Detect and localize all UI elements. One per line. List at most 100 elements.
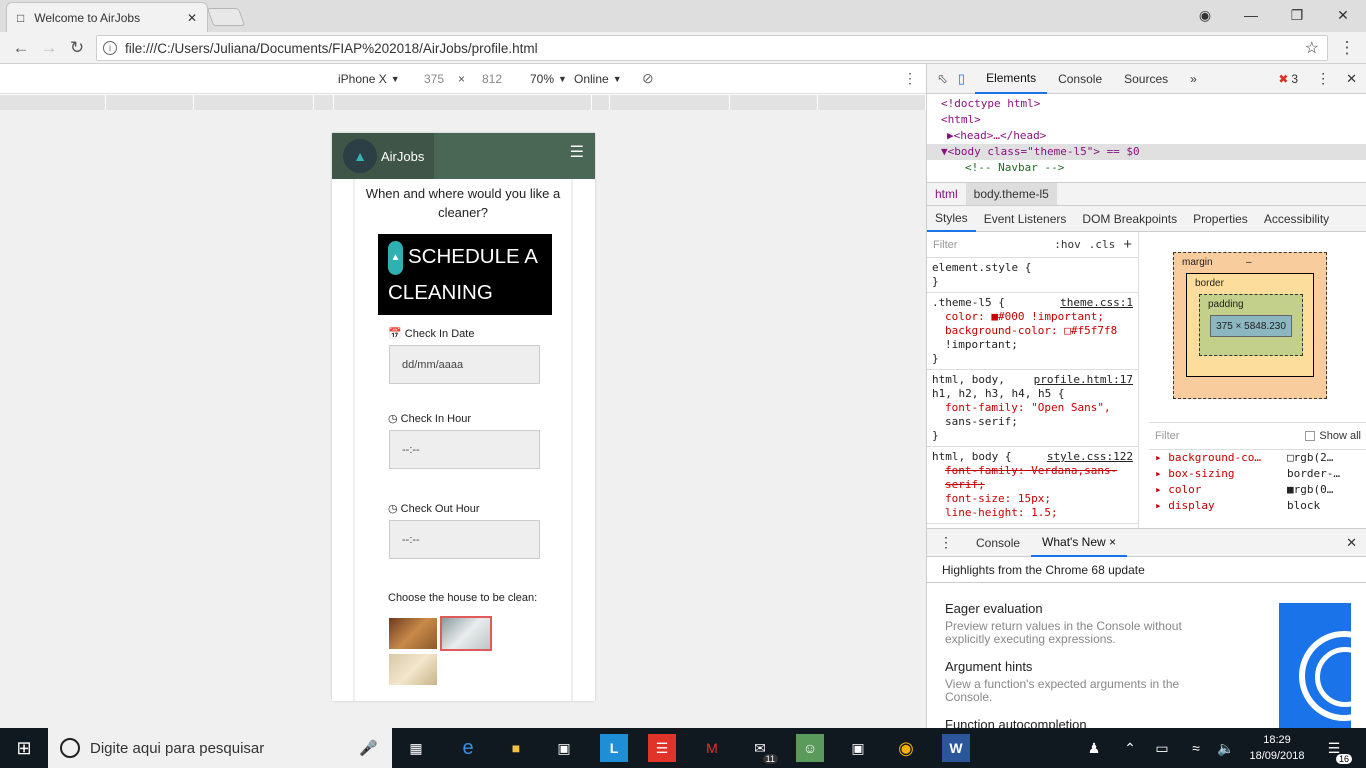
margin-box[interactable]: margin – border padding 375 × 5848.230 — [1173, 252, 1327, 399]
check-in-date-input[interactable]: dd/mm/aaaa — [389, 345, 540, 384]
padding-box[interactable]: padding 375 × 5848.230 — [1199, 294, 1303, 356]
error-icon[interactable]: ✖ — [1278, 72, 1288, 86]
more-tabs-icon[interactable]: » — [1179, 64, 1208, 94]
forward-icon[interactable]: → — [36, 35, 62, 61]
add-rule-button[interactable]: + — [1123, 237, 1132, 252]
css-rule[interactable]: theme.css:1 .theme-l5 { color: ■#000 !im… — [927, 293, 1138, 370]
house-image-1[interactable] — [389, 618, 437, 649]
css-property[interactable]: background-color: □#f5f7f8 — [932, 324, 1133, 338]
css-property[interactable]: font-family: "Open Sans", — [932, 401, 1133, 415]
mcafee-icon[interactable]: M — [698, 734, 726, 762]
cls-toggle[interactable]: .cls — [1089, 238, 1116, 252]
info-icon[interactable]: i — [103, 41, 117, 55]
photo-icon[interactable]: ☺ — [796, 734, 824, 762]
network-select[interactable]: Online ▼ — [574, 72, 622, 86]
microphone-icon[interactable]: 🎤 — [359, 739, 378, 757]
url-input[interactable]: i file:///C:/Users/Juliana/Documents/FIA… — [96, 35, 1328, 61]
crumb-body[interactable]: body.theme-l5 — [965, 183, 1057, 205]
file-explorer-icon[interactable]: ■ — [502, 734, 530, 762]
dom-line[interactable]: ▶<head>…</head> — [941, 128, 1366, 144]
tab-event-listeners[interactable]: Event Listeners — [976, 206, 1075, 232]
rule-source-link[interactable]: theme.css:1 — [1060, 296, 1133, 310]
tab-close-icon[interactable]: × — [1109, 535, 1116, 549]
show-all-checkbox[interactable] — [1305, 431, 1316, 441]
chrome-icon[interactable]: ◉ — [892, 734, 920, 762]
height-input[interactable]: 812 — [482, 72, 502, 86]
tab-dom-breakpoints[interactable]: DOM Breakpoints — [1074, 206, 1185, 232]
element-style-rule[interactable]: element.style { } — [927, 258, 1138, 293]
brand[interactable]: ▲ AirJobs — [332, 133, 434, 179]
dom-line[interactable]: <!-- Navbar --> — [941, 160, 1366, 176]
rule-source-link[interactable]: style.css:122 — [1047, 450, 1133, 464]
drawer-close-icon[interactable]: ✕ — [1346, 535, 1357, 551]
more-icon[interactable]: ⋮ — [1334, 35, 1360, 61]
restore-icon[interactable]: ❐ — [1274, 0, 1320, 30]
dom-line-selected[interactable]: ▼<body class="theme-l5"> == $0 — [927, 144, 1366, 160]
rule-source-link[interactable]: profile.html:17 — [1034, 373, 1133, 387]
width-input[interactable]: 375 — [424, 72, 444, 86]
check-out-hour-input[interactable]: --:-- — [389, 520, 540, 559]
computed-row[interactable]: ▸ color ■rgb(0… — [1149, 482, 1366, 498]
css-property[interactable]: color: ■#000 !important; — [932, 310, 1133, 324]
taskbar-search[interactable]: Digite aqui para pesquisar 🎤 — [48, 728, 392, 768]
back-icon[interactable]: ← — [8, 35, 34, 61]
minimize-icon[interactable]: — — [1228, 0, 1274, 30]
css-property[interactable]: font-family: Verdana,sans- — [932, 464, 1133, 478]
tab-close-icon[interactable]: ✕ — [187, 11, 197, 25]
tab-elements[interactable]: Elements — [975, 64, 1048, 94]
computed-row[interactable]: ▸ background-co… □rgb(2… — [1149, 450, 1366, 466]
toolbar-more-icon[interactable]: ⋮ — [903, 70, 917, 87]
crumb-html[interactable]: html — [927, 187, 966, 201]
css-property[interactable]: font-size: 15px; — [932, 492, 1133, 506]
red-app-icon[interactable]: ☰ — [648, 734, 676, 762]
tray-expand-icon[interactable]: ⌃ — [1116, 734, 1144, 762]
computed-row[interactable]: ▸ box-sizing border-… — [1149, 466, 1366, 482]
inspect-icon[interactable]: ⬁ — [927, 71, 954, 87]
bookmark-star-icon[interactable]: ☆ — [1305, 38, 1319, 58]
reload-icon[interactable]: ↻ — [64, 35, 90, 61]
device-toggle-icon[interactable]: ▯ — [954, 71, 975, 87]
store-icon[interactable]: ▣ — [550, 734, 578, 762]
notification-icon[interactable]: ☰ 16 — [1320, 734, 1352, 764]
hov-toggle[interactable]: :hov — [1054, 238, 1081, 252]
people-icon[interactable]: ♟ — [1080, 734, 1108, 762]
word-icon[interactable]: W — [942, 734, 970, 762]
dom-line[interactable]: <html> — [941, 112, 1366, 128]
styles-filter-input[interactable]: Filter — [933, 238, 1054, 252]
devtools-menu-icon[interactable]: ⋮ — [1316, 70, 1330, 87]
computed-filter-input[interactable]: Filter — [1155, 428, 1305, 444]
tab-sources[interactable]: Sources — [1113, 64, 1179, 94]
app-frame-icon[interactable]: ▣ — [844, 734, 872, 762]
clock[interactable]: 18:29 18/09/2018 — [1246, 732, 1308, 764]
tab-accessibility[interactable]: Accessibility — [1256, 206, 1337, 232]
edge-icon[interactable]: e — [454, 734, 482, 762]
new-tab-button[interactable] — [206, 8, 246, 26]
drawer-tab-console[interactable]: Console — [965, 528, 1031, 558]
drawer-menu-icon[interactable]: ⋮ — [927, 534, 965, 551]
dom-line[interactable]: <!doctype html> — [941, 96, 1366, 112]
house-image-3[interactable] — [389, 654, 437, 685]
css-property[interactable]: !important; — [932, 338, 1133, 352]
css-property[interactable]: line-height: 1.5; — [932, 506, 1133, 520]
tab-styles[interactable]: Styles — [927, 206, 976, 232]
css-rule[interactable]: style.css:122 html, body { font-family: … — [927, 447, 1138, 524]
close-icon[interactable]: ✕ — [1320, 0, 1366, 30]
drawer-tab-whats-new[interactable]: What's New × — [1031, 529, 1128, 557]
battery-icon[interactable]: ▭ — [1148, 734, 1176, 762]
css-rule[interactable]: profile.html:17 html, body, h1, h2, h3, … — [927, 370, 1138, 447]
zoom-select[interactable]: 70% ▼ — [530, 72, 567, 86]
rotate-icon[interactable]: ⊘ — [642, 70, 654, 87]
device-select[interactable]: iPhone X ▼ — [338, 72, 400, 86]
house-image-2[interactable] — [440, 616, 492, 651]
border-box[interactable]: border padding 375 × 5848.230 — [1186, 273, 1314, 377]
browser-tab[interactable]: □ Welcome to AirJobs ✕ — [6, 2, 208, 32]
tab-properties[interactable]: Properties — [1185, 206, 1256, 232]
task-view-icon[interactable]: ▦ — [402, 734, 430, 762]
volume-icon[interactable]: 🔈 — [1212, 734, 1240, 762]
l-app-icon[interactable]: L — [600, 734, 628, 762]
css-property[interactable]: sans-serif; — [932, 415, 1133, 429]
dom-tree[interactable]: <!doctype html> <html> ▶<head>…</head> ▼… — [927, 94, 1366, 182]
computed-row[interactable]: ▸ display block — [1149, 498, 1366, 514]
check-in-hour-input[interactable]: --:-- — [389, 430, 540, 469]
wifi-icon[interactable]: ≈ — [1182, 734, 1210, 762]
